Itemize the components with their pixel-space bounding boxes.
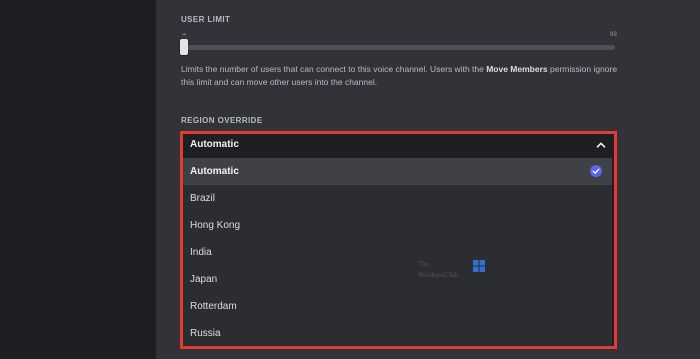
description-text-1: Limits the number of users that can conn… <box>181 64 487 74</box>
watermark-line-1: The <box>418 260 429 268</box>
watermark: The WindowsClub <box>418 260 498 284</box>
watermark-line-2: WindowsClub <box>418 271 459 279</box>
slider-min-label: ∞ <box>182 32 187 38</box>
region-override-heading: REGION OVERRIDE <box>181 116 263 125</box>
user-limit-heading: USER LIMIT <box>181 15 231 24</box>
description-bold-text: Move Members <box>486 64 548 74</box>
left-gutter <box>0 0 156 359</box>
voice-channel-settings: USER LIMIT ∞ 99 Limits the number of use… <box>0 0 700 359</box>
user-limit-slider-handle[interactable] <box>180 39 188 55</box>
user-limit-slider-track[interactable] <box>185 45 615 50</box>
highlight-box <box>180 131 617 349</box>
user-limit-description: Limits the number of users that can conn… <box>181 63 621 89</box>
windows-logo-icon <box>473 260 485 272</box>
slider-max-label: 99 <box>610 32 617 38</box>
